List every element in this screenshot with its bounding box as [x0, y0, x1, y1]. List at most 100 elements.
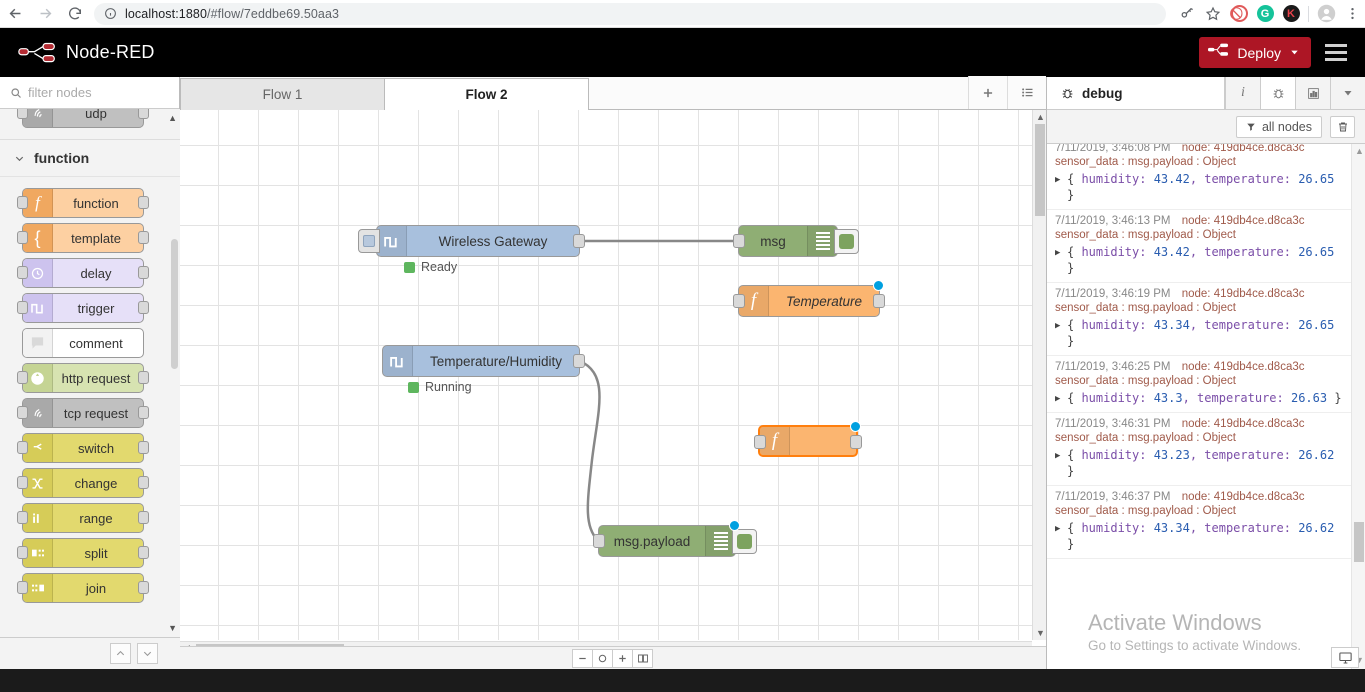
debug-message[interactable]: 7/11/2019, 3:46:37 PM node: 419db4ce.d8c…	[1047, 486, 1352, 559]
palette-node-template[interactable]: { template	[17, 223, 149, 253]
monitor-icon[interactable]	[1331, 647, 1359, 668]
debug-enable-toggle[interactable]	[732, 529, 757, 554]
sidebar-debug-button[interactable]	[1260, 77, 1295, 109]
adblock-extension-icon[interactable]: ⃠	[1226, 0, 1252, 28]
debug-filter-button[interactable]: all nodes	[1235, 115, 1322, 138]
debug-scroll-up-arrow[interactable]: ▲	[1355, 146, 1364, 156]
port-output[interactable]	[138, 196, 149, 209]
inject-button[interactable]	[358, 229, 380, 253]
expand-caret-icon[interactable]: ▶	[1055, 521, 1060, 537]
port-input[interactable]	[17, 406, 28, 419]
sidebar-dashboard-button[interactable]	[1295, 77, 1330, 109]
port-output[interactable]	[573, 234, 585, 248]
port-output[interactable]	[138, 406, 149, 419]
palette-node-switch[interactable]: switch	[17, 433, 149, 463]
palette-node-split[interactable]: split	[17, 538, 149, 568]
list-flows-button[interactable]	[1007, 76, 1046, 109]
palette-node-http-request[interactable]: http request	[17, 363, 149, 393]
add-flow-button[interactable]	[968, 76, 1007, 109]
port-input[interactable]	[17, 581, 28, 594]
browser-back-button[interactable]	[0, 0, 30, 28]
port-output[interactable]	[138, 546, 149, 559]
port-input[interactable]	[593, 534, 605, 548]
port-input[interactable]	[17, 231, 28, 244]
expand-caret-icon[interactable]: ▶	[1055, 448, 1060, 464]
debug-payload[interactable]: ▶{ humidity: 43.34, temperature: 26.62 }	[1055, 520, 1344, 552]
palette-scrollbar[interactable]	[171, 239, 178, 369]
palette-node-join[interactable]: join	[17, 573, 149, 603]
canvas-vertical-scroll-thumb[interactable]	[1035, 124, 1045, 216]
port-output[interactable]	[138, 476, 149, 489]
expand-all-icon[interactable]	[137, 643, 158, 664]
zoom-in-button[interactable]	[612, 648, 633, 668]
deploy-button[interactable]: Deploy	[1199, 37, 1311, 68]
expand-caret-icon[interactable]: ▶	[1055, 172, 1060, 188]
port-output[interactable]	[138, 266, 149, 279]
port-input[interactable]	[17, 109, 28, 119]
flow-node-wireless-gateway[interactable]: Wireless Gateway	[358, 225, 585, 257]
port-output[interactable]	[850, 435, 862, 449]
port-input[interactable]	[17, 476, 28, 489]
palette-node-trigger[interactable]: trigger	[17, 293, 149, 323]
collapse-all-icon[interactable]	[110, 643, 131, 664]
debug-payload[interactable]: ▶{ humidity: 43.42, temperature: 26.65 }	[1055, 171, 1344, 203]
key-icon[interactable]	[1174, 0, 1200, 28]
debug-clear-button[interactable]	[1330, 115, 1355, 138]
port-input[interactable]	[733, 234, 745, 248]
kaspersky-extension-icon[interactable]: K	[1278, 0, 1304, 28]
profile-avatar-icon[interactable]	[1313, 0, 1339, 28]
scroll-up-arrow[interactable]: ▲	[1036, 112, 1045, 122]
palette-scroll-down-arrow[interactable]: ▼	[168, 623, 177, 633]
palette-node-change[interactable]: change	[17, 468, 149, 498]
palette-node-udp[interactable]: udp	[17, 109, 149, 128]
debug-message[interactable]: 7/11/2019, 3:46:13 PM node: 419db4ce.d8c…	[1047, 210, 1352, 283]
port-input[interactable]	[17, 511, 28, 524]
port-output[interactable]	[573, 354, 585, 368]
port-output[interactable]	[138, 231, 149, 244]
port-output[interactable]	[138, 371, 149, 384]
flow-tab-1[interactable]: Flow 1	[180, 78, 385, 110]
canvas-vertical-scrollbar[interactable]: ▲ ▼	[1032, 110, 1046, 640]
port-output[interactable]	[138, 581, 149, 594]
palette-search-box[interactable]: filter nodes	[0, 77, 179, 109]
expand-caret-icon[interactable]: ▶	[1055, 245, 1060, 261]
port-output[interactable]	[138, 511, 149, 524]
palette-search-input[interactable]: filter nodes	[28, 85, 92, 100]
flow-tab-2[interactable]: Flow 2	[384, 78, 589, 110]
debug-payload[interactable]: ▶{ humidity: 43.3, temperature: 26.63 }	[1055, 390, 1344, 406]
debug-scrollbar[interactable]: ▲ ▼	[1351, 144, 1365, 669]
sidebar-info-button[interactable]: i	[1225, 77, 1260, 109]
port-input[interactable]	[17, 546, 28, 559]
debug-payload[interactable]: ▶{ humidity: 43.34, temperature: 26.65 }	[1055, 317, 1344, 349]
debug-message[interactable]: 7/11/2019, 3:46:25 PM node: 419db4ce.d8c…	[1047, 356, 1352, 413]
port-output[interactable]	[138, 109, 149, 119]
port-input[interactable]	[17, 266, 28, 279]
palette-node-range[interactable]: range	[17, 503, 149, 533]
browser-forward-button[interactable]	[30, 0, 60, 28]
flow-node-msg-payload-debug[interactable]: msg.payload	[593, 520, 757, 557]
palette-scroll-up-arrow[interactable]: ▲	[168, 113, 177, 123]
flow-node-unnamed-function[interactable]: f	[754, 421, 862, 457]
debug-scroll-thumb[interactable]	[1354, 522, 1364, 562]
flow-node-msg-debug[interactable]: msg	[733, 225, 859, 257]
port-input[interactable]	[754, 435, 766, 449]
expand-caret-icon[interactable]: ▶	[1055, 391, 1060, 407]
palette-category-function[interactable]: function	[0, 140, 180, 177]
scroll-down-arrow[interactable]: ▼	[1036, 628, 1045, 638]
flow-canvas[interactable]: Wireless Gateway Ready msg f Temperature…	[180, 110, 1032, 640]
zoom-out-button[interactable]	[572, 648, 593, 668]
palette-node-comment[interactable]: comment	[22, 328, 144, 358]
debug-message[interactable]: 7/11/2019, 3:46:19 PM node: 419db4ce.d8c…	[1047, 283, 1352, 356]
expand-caret-icon[interactable]: ▶	[1055, 318, 1060, 334]
debug-message-list[interactable]: 7/11/2019, 3:46:08 PM node: 419db4ce.d8c…	[1047, 144, 1352, 669]
flow-node-temperature-humidity[interactable]: Temperature/Humidity	[382, 345, 585, 377]
grammarly-extension-icon[interactable]: G	[1252, 0, 1278, 28]
palette-node-tcp-request[interactable]: tcp request	[17, 398, 149, 428]
zoom-reset-button[interactable]	[592, 648, 613, 668]
port-input[interactable]	[17, 196, 28, 209]
port-output[interactable]	[138, 301, 149, 314]
bookmark-star-icon[interactable]	[1200, 0, 1226, 28]
port-input[interactable]	[17, 371, 28, 384]
chevron-down-icon[interactable]	[1289, 47, 1300, 58]
sidebar-tab-debug[interactable]: debug	[1047, 77, 1225, 109]
